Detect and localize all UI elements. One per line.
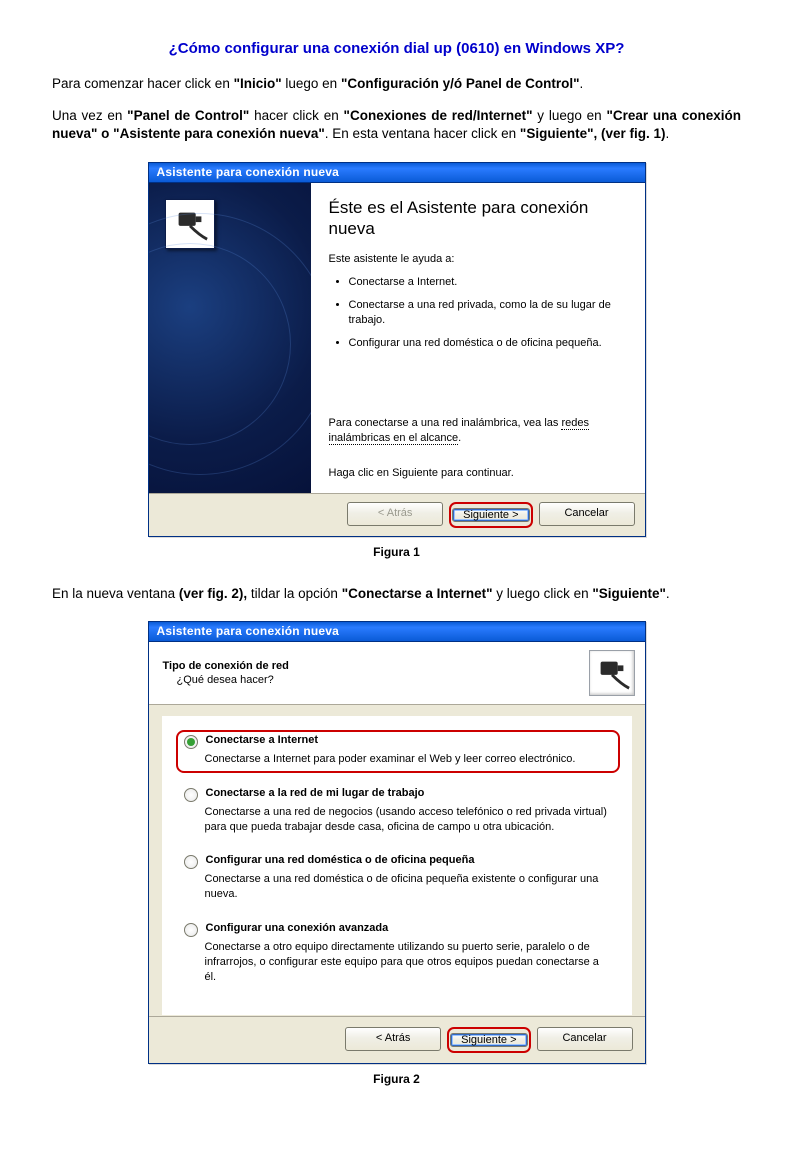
wireless-note: Para conectarse a una red inalámbrica, v… xyxy=(329,416,623,447)
wizard-window-fig2: Asistente para conexión nueva Tipo de co… xyxy=(148,621,646,1064)
option-title: Configurar una conexión avanzada xyxy=(206,922,389,934)
text-bold: "Conexiones de red/Internet" xyxy=(344,108,533,123)
button-bar: < Atrás Siguiente > Cancelar xyxy=(149,1016,645,1063)
text: y luego click en xyxy=(493,586,593,601)
subheader-sub: ¿Qué desea hacer? xyxy=(177,674,289,686)
wizard-sidebar-graphic xyxy=(149,183,311,493)
option-connect-workplace[interactable]: Conectarse a la red de mi lugar de traba… xyxy=(176,783,620,841)
continue-text: Haga clic en Siguiente para continuar. xyxy=(329,467,623,479)
connector-icon xyxy=(589,650,635,696)
text: Una vez en xyxy=(52,108,127,123)
option-title: Conectarse a la red de mi lugar de traba… xyxy=(206,787,425,799)
button-bar: < Atrás Siguiente > Cancelar xyxy=(149,493,645,536)
next-button[interactable]: Siguiente > xyxy=(452,508,529,522)
text: . En esta ventana hacer click en xyxy=(325,126,520,141)
option-title: Conectarse a Internet xyxy=(206,734,318,746)
radio-icon[interactable] xyxy=(184,735,198,749)
paragraph-1: Para comenzar hacer click en "Inicio" lu… xyxy=(52,75,741,93)
option-description: Conectarse a otro equipo directamente ut… xyxy=(205,940,612,985)
option-title: Configurar una red doméstica o de oficin… xyxy=(206,854,475,866)
options-panel: Conectarse a Internet Conectarse a Inter… xyxy=(161,715,633,1016)
radio-icon[interactable] xyxy=(184,788,198,802)
figure-caption-2: Figura 2 xyxy=(52,1072,741,1086)
text: Para comenzar hacer click en xyxy=(52,76,234,91)
option-description: Conectarse a una red doméstica o de ofic… xyxy=(205,872,612,902)
bullet-item: Conectarse a una red privada, como la de… xyxy=(349,298,623,328)
figure-caption-1: Figura 1 xyxy=(52,545,741,559)
back-button: < Atrás xyxy=(347,502,443,526)
option-connect-internet[interactable]: Conectarse a Internet Conectarse a Inter… xyxy=(176,730,620,773)
wizard-window-fig1: Asistente para conexión nueva Éste es el… xyxy=(148,162,646,537)
option-home-network[interactable]: Configurar una red doméstica o de oficin… xyxy=(176,850,620,908)
text: luego en xyxy=(282,76,341,91)
text-bold: "Inicio" xyxy=(234,76,282,91)
cancel-button[interactable]: Cancelar xyxy=(537,1027,633,1051)
text-bold: "Siguiente" xyxy=(592,586,666,601)
text: . xyxy=(580,76,584,91)
text-bold: (ver fig. 2), xyxy=(179,586,247,601)
window-titlebar: Asistente para conexión nueva xyxy=(149,163,645,183)
text: tildar la opción xyxy=(247,586,342,601)
option-description: Conectarse a Internet para poder examina… xyxy=(205,752,612,767)
text: Para conectarse a una red inalámbrica, v… xyxy=(329,417,562,429)
wizard-lead-text: Este asistente le ayuda a: xyxy=(329,253,623,265)
highlight-ring: Siguiente > xyxy=(449,502,532,528)
next-button[interactable]: Siguiente > xyxy=(450,1033,527,1047)
text-bold: "Conectarse a Internet" xyxy=(342,586,493,601)
radio-icon[interactable] xyxy=(184,923,198,937)
option-description: Conectarse a una red de negocios (usando… xyxy=(205,805,612,835)
connector-icon xyxy=(165,199,215,249)
text: y luego en xyxy=(532,108,606,123)
paragraph-3: En la nueva ventana (ver fig. 2), tildar… xyxy=(52,585,741,603)
paragraph-2: Una vez en "Panel de Control" hacer clic… xyxy=(52,107,741,143)
text-bold: "Panel de Control" xyxy=(127,108,249,123)
subheader-title: Tipo de conexión de red xyxy=(163,660,289,672)
back-button[interactable]: < Atrás xyxy=(345,1027,441,1051)
wizard-subheader: Tipo de conexión de red ¿Qué desea hacer… xyxy=(149,642,645,705)
page-title: ¿Cómo configurar una conexión dial up (0… xyxy=(52,40,741,57)
window-titlebar: Asistente para conexión nueva xyxy=(149,622,645,642)
radio-icon[interactable] xyxy=(184,855,198,869)
wizard-main-panel: Éste es el Asistente para conexión nueva… xyxy=(311,183,645,493)
wizard-heading: Éste es el Asistente para conexión nueva xyxy=(329,197,623,240)
text: . xyxy=(458,432,461,444)
text-bold: "Configuración y/ó Panel de Control" xyxy=(341,76,580,91)
option-advanced-connection[interactable]: Configurar una conexión avanzada Conecta… xyxy=(176,918,620,991)
text-bold: "Siguiente", (ver fig. 1) xyxy=(520,126,666,141)
cancel-button[interactable]: Cancelar xyxy=(539,502,635,526)
bullet-item: Configurar una red doméstica o de oficin… xyxy=(349,336,623,351)
text: hacer click en xyxy=(249,108,343,123)
text: . xyxy=(666,126,670,141)
text: . xyxy=(666,586,670,601)
bullet-item: Conectarse a Internet. xyxy=(349,275,623,290)
highlight-ring: Siguiente > xyxy=(447,1027,530,1053)
text: En la nueva ventana xyxy=(52,586,179,601)
